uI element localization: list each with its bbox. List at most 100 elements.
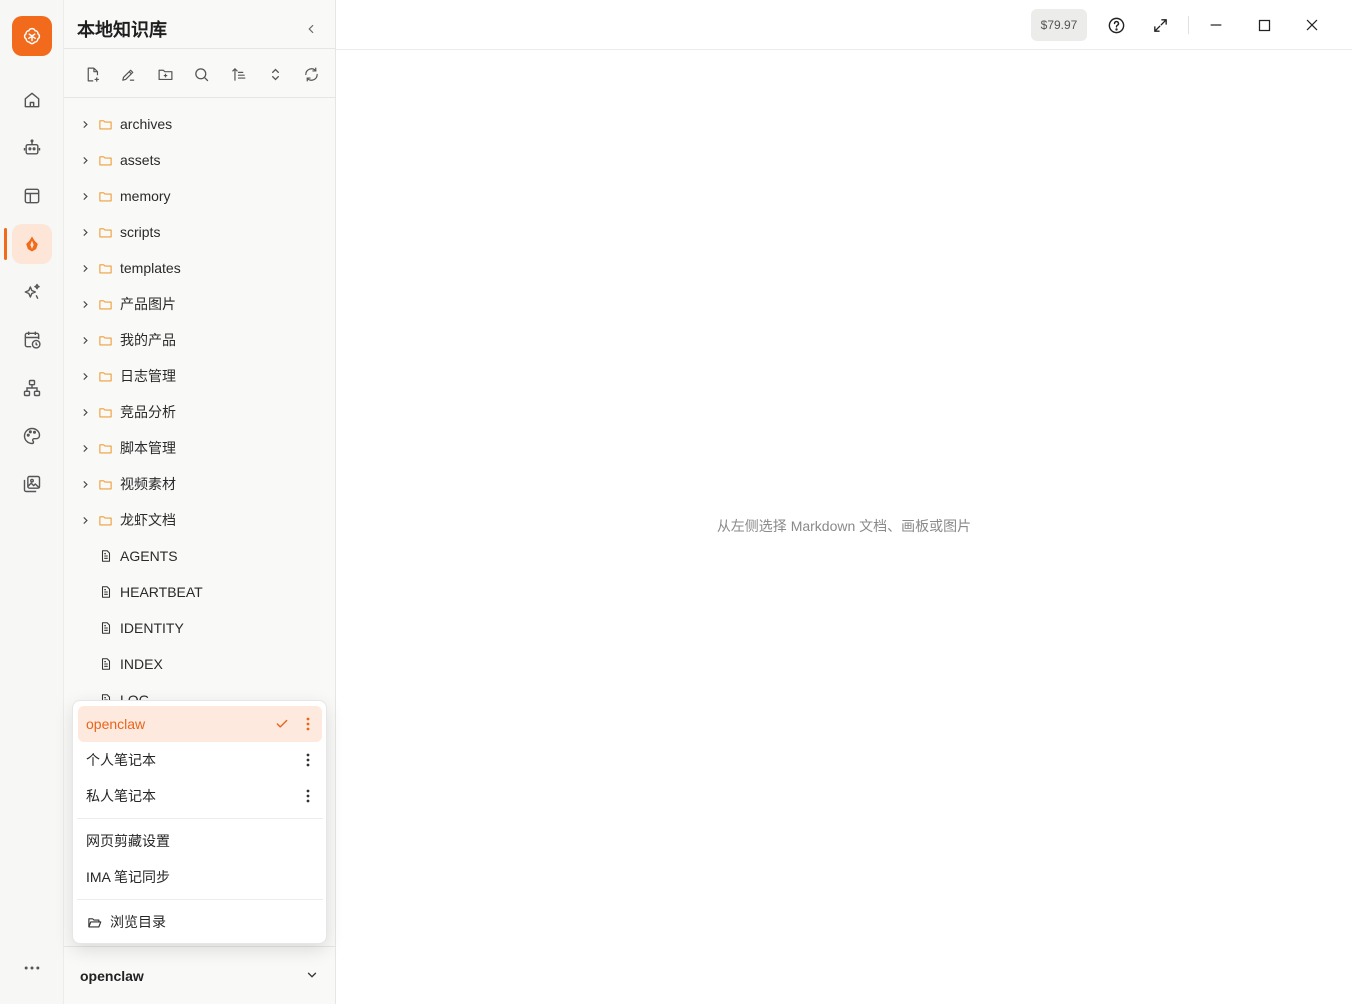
more-vertical-icon[interactable] [302,752,314,768]
chevron-right-icon[interactable] [79,478,91,490]
folder-row[interactable]: archives [64,106,335,142]
file-label: IDENTITY [120,620,184,636]
new-file-icon[interactable] [80,60,104,88]
folder-row[interactable]: 脚本管理 [64,430,335,466]
chevron-down-icon [305,968,319,985]
folder-icon [98,225,113,240]
file-toolbar [80,60,324,88]
menu-label: 网页剪藏设置 [86,833,170,849]
close-icon[interactable] [1300,13,1324,37]
chevron-right-icon[interactable] [79,370,91,382]
folder-icon [98,333,113,348]
folder-label: 龙虾文档 [120,512,176,528]
folder-label: 竞品分析 [120,404,176,420]
chevron-right-icon[interactable] [79,154,91,166]
refresh-icon[interactable] [300,60,324,88]
folder-icon [98,477,113,492]
notebook-menu: openclaw 个人笔记本 私人笔记本 网页剪藏设置 IMA 笔记同步 浏览目… [72,700,327,944]
org-chart-icon[interactable] [12,368,52,408]
file-tree: archives assets memory scripts templates 产品图片… [64,106,335,700]
expand-collapse-icon[interactable] [263,60,287,88]
gallery-icon[interactable] [12,464,52,504]
folder-label: 日志管理 [120,368,176,384]
folder-row[interactable]: 竞品分析 [64,394,335,430]
file-row[interactable]: AGENTS [64,538,335,574]
chevron-right-icon[interactable] [79,190,91,202]
file-label: AGENTS [120,548,178,564]
folder-row[interactable]: 龙虾文档 [64,502,335,538]
folder-row[interactable]: templates [64,250,335,286]
workspace-switcher[interactable]: openclaw [64,956,335,996]
robot-icon[interactable] [12,128,52,168]
layout-panel-icon[interactable] [12,176,52,216]
folder-icon [98,261,113,276]
balance-badge[interactable]: $79.97 [1031,9,1087,41]
folder-label: memory [120,188,171,204]
file-icon [98,549,113,564]
folder-row[interactable]: memory [64,178,335,214]
brain-logo-icon[interactable] [12,16,52,56]
divider [1188,16,1189,34]
check-icon [274,716,290,732]
new-folder-icon[interactable] [153,60,177,88]
file-icon [98,585,113,600]
help-icon[interactable] [1104,13,1128,37]
file-icon [98,657,113,672]
more-vertical-icon[interactable] [302,716,314,732]
folder-icon [98,297,113,312]
chevron-right-icon[interactable] [79,406,91,418]
file-icon [98,621,113,636]
knowledge-base-icon[interactable] [12,224,52,264]
folder-icon [98,369,113,384]
folder-row[interactable]: scripts [64,214,335,250]
folder-open-icon [86,914,102,930]
maximize-icon[interactable] [1252,13,1276,37]
file-row[interactable]: LOG [64,682,335,700]
menu-divider [77,899,323,900]
chevron-right-icon[interactable] [79,334,91,346]
notebook-label: 个人笔记本 [86,752,156,768]
notebook-item-private[interactable]: 私人笔记本 [78,778,322,814]
web-clipper-settings-item[interactable]: 网页剪藏设置 [78,823,322,859]
folder-row[interactable]: 视频素材 [64,466,335,502]
search-icon[interactable] [190,60,214,88]
chevron-right-icon[interactable] [79,118,91,130]
chevron-right-icon[interactable] [79,298,91,310]
menu-label: 浏览目录 [110,914,166,930]
chevron-right-icon[interactable] [79,226,91,238]
notebook-item-personal[interactable]: 个人笔记本 [78,742,322,778]
palette-icon[interactable] [12,416,52,456]
browse-directory-item[interactable]: 浏览目录 [78,904,322,940]
chevron-right-icon[interactable] [79,262,91,274]
calendar-clock-icon[interactable] [12,320,52,360]
more-vertical-icon[interactable] [302,788,314,804]
divider [64,97,335,98]
folder-row[interactable]: 日志管理 [64,358,335,394]
file-row[interactable]: INDEX [64,646,335,682]
file-row[interactable]: IDENTITY [64,610,335,646]
notebook-item-openclaw[interactable]: openclaw [78,706,322,742]
nav-rail [0,0,64,1004]
folder-row[interactable]: 我的产品 [64,322,335,358]
folder-label: 视频素材 [120,476,176,492]
folder-label: 我的产品 [120,332,176,348]
more-horizontal-icon[interactable] [12,948,52,988]
folder-label: archives [120,116,173,132]
sparkles-icon[interactable] [12,272,52,312]
folder-label: 产品图片 [120,296,176,312]
home-icon[interactable] [12,80,52,120]
collapse-sidebar-button[interactable] [300,18,322,40]
folder-icon [98,513,113,528]
minimize-icon[interactable] [1204,13,1228,37]
chevron-right-icon[interactable] [79,514,91,526]
sort-icon[interactable] [227,60,251,88]
folder-label: assets [120,152,161,168]
file-row[interactable]: HEARTBEAT [64,574,335,610]
ima-sync-item[interactable]: IMA 笔记同步 [78,859,322,895]
new-canvas-icon[interactable] [117,60,141,88]
folder-row[interactable]: assets [64,142,335,178]
expand-icon[interactable] [1148,13,1172,37]
folder-row[interactable]: 产品图片 [64,286,335,322]
chevron-right-icon[interactable] [79,442,91,454]
divider [64,946,335,947]
